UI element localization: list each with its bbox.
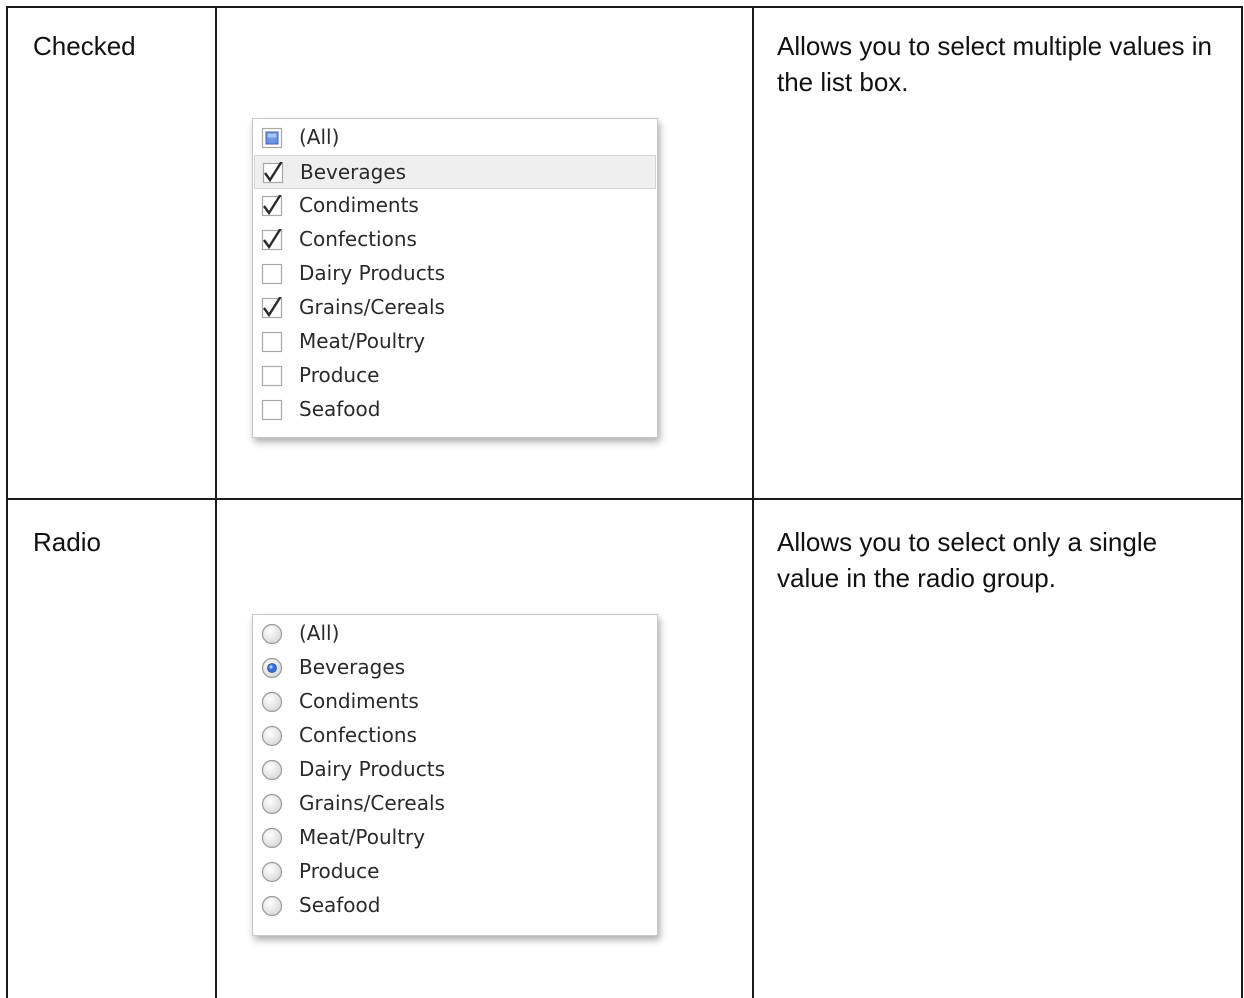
checkbox-label: Grains/Cereals xyxy=(299,295,445,319)
checkbox-item-dairy-products[interactable]: Dairy Products xyxy=(254,257,656,291)
radio-item-seafood[interactable]: Seafood xyxy=(254,889,656,923)
table-border-col1 xyxy=(215,6,217,998)
checkbox-label: Dairy Products xyxy=(299,261,445,285)
table-border-top xyxy=(6,6,1243,8)
checkmark-icon[interactable] xyxy=(261,295,283,319)
checkbox-icon[interactable] xyxy=(261,399,283,421)
radio-item-dairy-products[interactable]: Dairy Products xyxy=(254,753,656,787)
radio-button-icon[interactable] xyxy=(261,895,283,917)
radio-button-icon[interactable] xyxy=(261,657,283,679)
table-border-right xyxy=(1241,6,1243,998)
checkbox-item-meat-poultry[interactable]: Meat/Poultry xyxy=(254,325,656,359)
table-border-left xyxy=(6,6,8,998)
checkbox-label: Meat/Poultry xyxy=(299,329,426,353)
checkbox-item-all[interactable]: (All) xyxy=(254,121,656,155)
checkbox-label: (All) xyxy=(299,125,340,149)
radio-button-icon[interactable] xyxy=(261,691,283,713)
radio-button-icon[interactable] xyxy=(261,759,283,781)
checkbox-icon[interactable] xyxy=(261,365,283,387)
checkbox-label: Seafood xyxy=(299,397,381,421)
radio-item-produce[interactable]: Produce xyxy=(254,855,656,889)
radio-button-icon[interactable] xyxy=(261,725,283,747)
radio-item-meat-poultry[interactable]: Meat/Poultry xyxy=(254,821,656,855)
options-table: Checked Allows you to select multiple va… xyxy=(0,0,1244,998)
checkmark-icon[interactable] xyxy=(262,160,284,184)
checked-list-box: (All) Beverages Condiments Confections Dairy… xyxy=(252,118,658,438)
checkbox-label: Produce xyxy=(299,363,380,387)
checkbox-label: Beverages xyxy=(300,160,407,184)
checkmark-icon[interactable] xyxy=(261,227,283,251)
description-checked: Allows you to select multiple values in … xyxy=(777,31,1212,97)
radio-item-beverages[interactable]: Beverages xyxy=(254,651,656,685)
checkbox-item-condiments[interactable]: Condiments xyxy=(254,189,656,223)
checkbox-item-grains-cereals[interactable]: Grains/Cereals xyxy=(254,291,656,325)
radio-button-icon[interactable] xyxy=(261,793,283,815)
checkbox-item-beverages[interactable]: Beverages xyxy=(254,155,656,189)
checkbox-icon[interactable] xyxy=(261,263,283,285)
radio-button-icon[interactable] xyxy=(261,861,283,883)
checkbox-item-seafood[interactable]: Seafood xyxy=(254,393,656,427)
radio-label: Beverages xyxy=(299,655,406,679)
radio-label: Dairy Products xyxy=(299,757,445,781)
radio-label: Confections xyxy=(299,723,417,747)
table-border-row-divider xyxy=(6,498,1243,500)
description-radio: Allows you to select only a single value… xyxy=(777,527,1158,593)
radio-item-grains-cereals[interactable]: Grains/Cereals xyxy=(254,787,656,821)
checkbox-item-produce[interactable]: Produce xyxy=(254,359,656,393)
checkbox-item-confections[interactable]: Confections xyxy=(254,223,656,257)
radio-label: Meat/Poultry xyxy=(299,825,426,849)
style-name-radio: Radio xyxy=(33,527,101,557)
radio-item-condiments[interactable]: Condiments xyxy=(254,685,656,719)
checkmark-icon[interactable] xyxy=(261,193,283,217)
radio-label: Seafood xyxy=(299,893,381,917)
checkbox-label: Confections xyxy=(299,227,417,251)
indeterminate-checkbox-icon[interactable] xyxy=(261,127,283,149)
radio-label: (All) xyxy=(299,621,340,645)
radio-group: (All) Beverages Condiments Confections Dairy… xyxy=(252,614,658,936)
style-name-checked: Checked xyxy=(33,31,136,61)
radio-label: Produce xyxy=(299,859,380,883)
table-border-col2 xyxy=(752,6,754,998)
radio-item-confections[interactable]: Confections xyxy=(254,719,656,753)
checkbox-icon[interactable] xyxy=(261,331,283,353)
radio-label: Grains/Cereals xyxy=(299,791,445,815)
radio-label: Condiments xyxy=(299,689,419,713)
radio-button-icon[interactable] xyxy=(261,623,283,645)
radio-item-all[interactable]: (All) xyxy=(254,617,656,651)
radio-button-icon[interactable] xyxy=(261,827,283,849)
checkbox-label: Condiments xyxy=(299,193,419,217)
